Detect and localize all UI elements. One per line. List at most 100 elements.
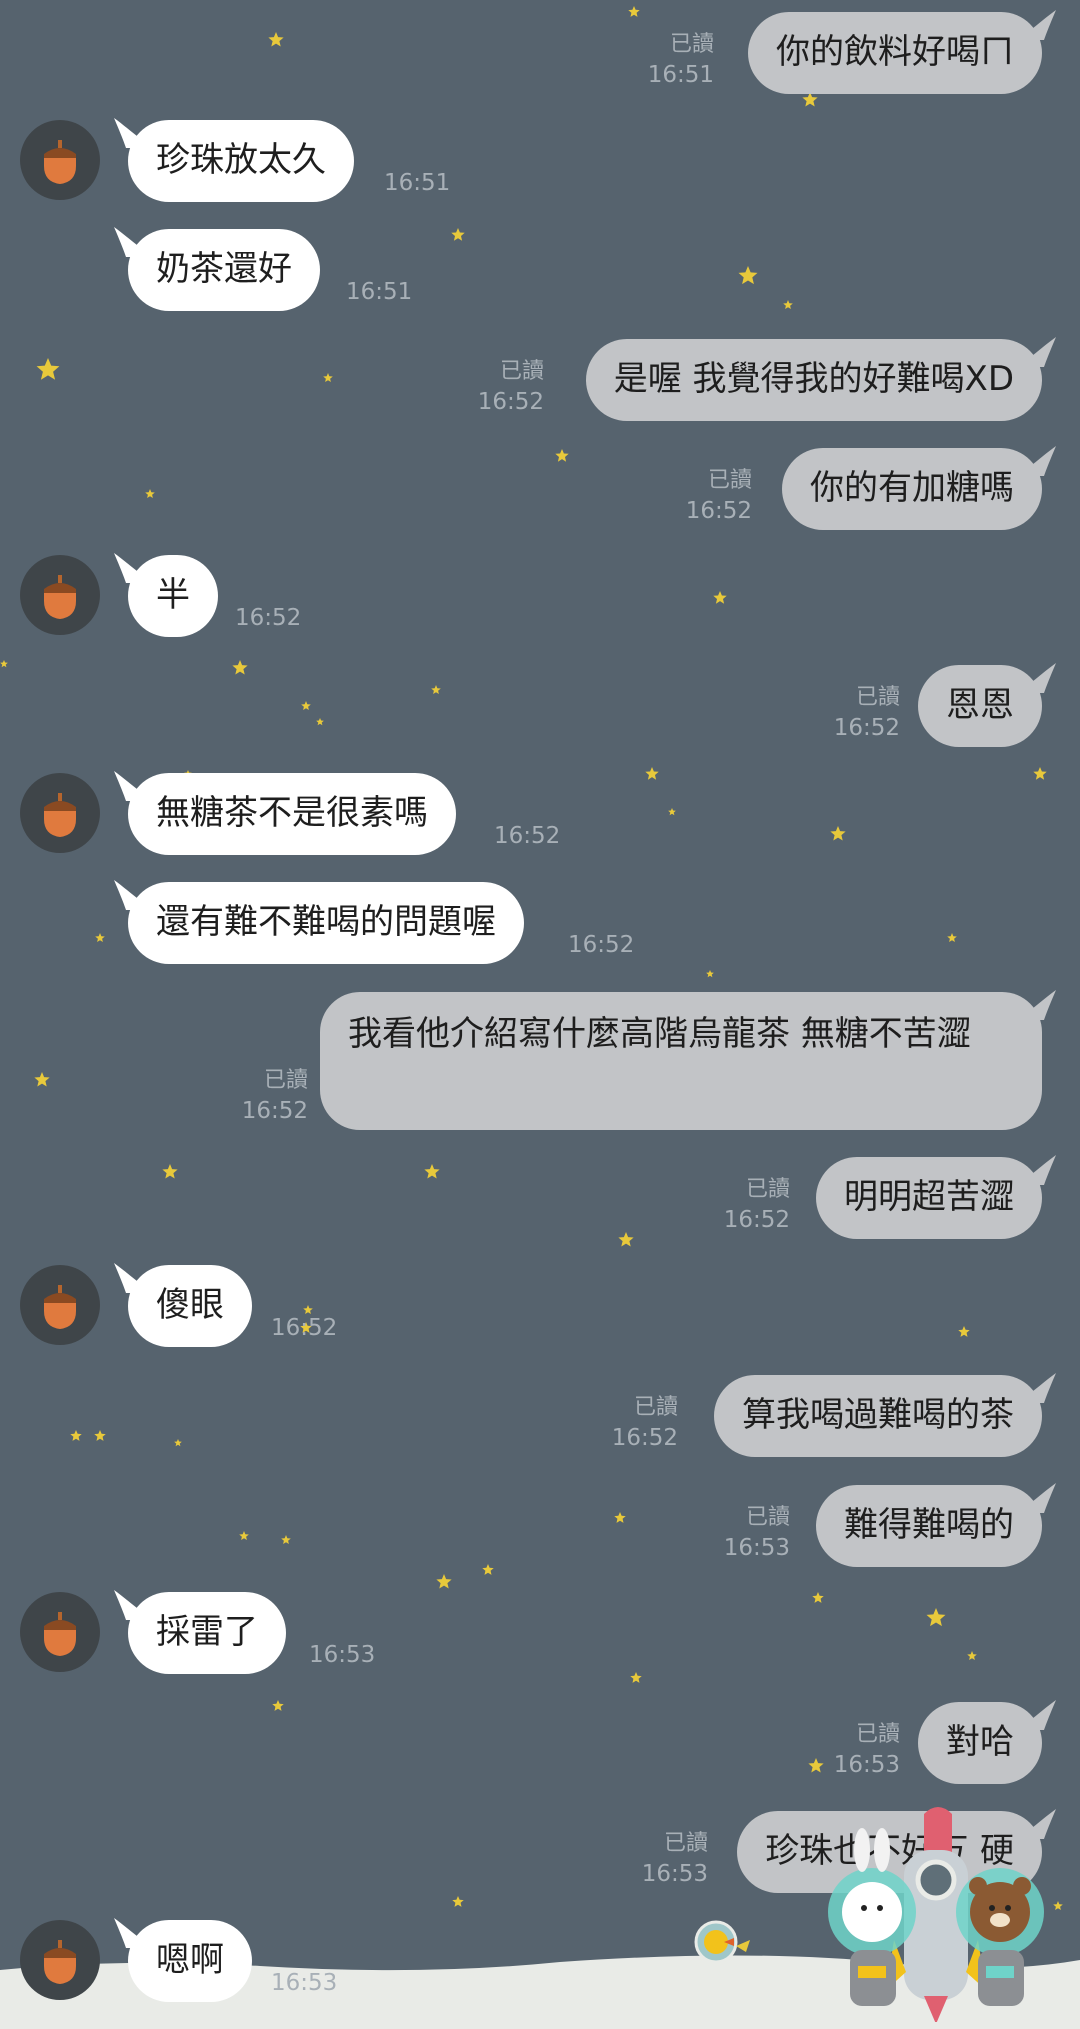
message-received[interactable]: 嗯啊 16:53 <box>114 1918 368 2002</box>
message-sent[interactable]: 我看他介紹寫什麼高階烏龍茶 無糖不苦澀 已讀 16:52 <box>162 990 1056 1130</box>
read-receipt: 已讀 <box>745 1177 790 1202</box>
star-icon <box>323 373 333 382</box>
read-receipt: 已讀 <box>669 32 714 57</box>
read-receipt: 已讀 <box>707 468 752 493</box>
star-icon <box>706 970 714 978</box>
message-time: 16:53 <box>309 1642 376 1668</box>
message-time: 16:52 <box>611 1425 678 1451</box>
star-icon <box>812 1592 824 1603</box>
message-time: 16:53 <box>723 1535 790 1561</box>
message-time: 16:53 <box>641 1861 708 1887</box>
star-icon <box>630 1672 642 1683</box>
message-bubble[interactable]: 珍珠放太久 <box>128 120 354 202</box>
message-text: 難得難喝的 <box>844 1505 1014 1545</box>
message-received[interactable]: 奶茶還好 16:51 <box>114 227 468 311</box>
message-bubble[interactable]: 奶茶還好 <box>128 229 320 311</box>
message-sent[interactable]: 對哈 已讀 16:53 <box>792 1700 1056 1784</box>
star-icon <box>174 1439 182 1447</box>
message-text: 半 <box>156 575 190 615</box>
message-bubble[interactable]: 還有難不難喝的問題喔 <box>128 882 524 964</box>
message-bubble[interactable]: 你的飲料好喝ㄇ <box>748 12 1042 94</box>
message-bubble[interactable]: 傻眼 <box>128 1265 252 1347</box>
message-sent[interactable]: 你的飲料好喝ㄇ 已讀 16:51 <box>382 10 1056 94</box>
message-sent[interactable]: 難得難喝的 已讀 16:53 <box>682 1483 1056 1567</box>
star-icon <box>0 660 8 668</box>
message-bubble[interactable]: 嗯啊 <box>128 1920 252 2002</box>
message-time: 16:53 <box>271 1970 338 1996</box>
message-meta: 已讀 16:53 <box>642 1829 708 1889</box>
message-sent[interactable]: 明明超苦澀 已讀 16:52 <box>682 1155 1056 1239</box>
message-bubble[interactable]: 無糖茶不是很素嗎 <box>128 773 456 855</box>
message-bubble[interactable]: 你的有加糖嗎 <box>782 448 1042 530</box>
message-meta: 16:53 <box>271 1968 337 1998</box>
message-received[interactable]: 傻眼 16:52 <box>114 1263 408 1347</box>
star-icon <box>452 1896 464 1907</box>
message-text: 你的飲料好喝ㄇ <box>776 32 1014 72</box>
message-meta: 已讀 16:52 <box>686 466 752 526</box>
contact-avatar[interactable] <box>20 555 100 635</box>
message-bubble[interactable]: 明明超苦澀 <box>816 1157 1042 1239</box>
message-meta: 16:52 <box>494 821 560 851</box>
contact-avatar[interactable] <box>20 1592 100 1672</box>
message-meta: 16:52 <box>568 930 634 960</box>
message-bubble[interactable]: 算我喝過難喝的茶 <box>714 1375 1042 1457</box>
star-icon <box>926 1608 946 1627</box>
message-text: 無糖茶不是很素嗎 <box>156 793 428 833</box>
message-received[interactable]: 還有難不難喝的問題喔 16:52 <box>114 880 648 964</box>
message-sent[interactable]: 恩恩 已讀 16:52 <box>792 663 1056 747</box>
message-received[interactable]: 採雷了 16:53 <box>114 1590 448 1674</box>
read-receipt: 已讀 <box>263 1068 308 1093</box>
star-icon <box>34 1072 50 1087</box>
acorn-icon <box>44 575 76 619</box>
message-bubble[interactable]: 採雷了 <box>128 1592 286 1674</box>
chat-area[interactable]: 你的飲料好喝ㄇ 已讀 16:51 珍珠放太久 16:51 奶茶還好 16:51 是… <box>0 0 1080 2029</box>
message-bubble[interactable]: 恩恩 <box>918 665 1042 747</box>
message-meta: 已讀 16:51 <box>648 30 714 90</box>
star-icon <box>738 266 758 285</box>
message-bubble[interactable]: 對哈 <box>918 1702 1042 1784</box>
acorn-icon <box>44 1940 76 1984</box>
contact-avatar[interactable] <box>20 120 100 200</box>
star-icon <box>94 1430 106 1441</box>
message-time: 16:52 <box>235 605 302 631</box>
star-icon <box>301 701 311 710</box>
star-icon <box>281 1535 291 1544</box>
acorn-icon <box>44 1285 76 1329</box>
message-time: 16:52 <box>568 932 635 958</box>
message-bubble[interactable]: 難得難喝的 <box>816 1485 1042 1567</box>
message-received[interactable]: 半 16:52 <box>114 553 368 637</box>
message-received[interactable]: 無糖茶不是很素嗎 16:52 <box>114 771 568 855</box>
star-icon <box>555 449 569 462</box>
read-receipt: 已讀 <box>499 359 544 384</box>
star-icon <box>967 1651 977 1660</box>
message-received[interactable]: 珍珠放太久 16:51 <box>114 118 498 202</box>
message-sent[interactable]: 算我喝過難喝的茶 已讀 16:52 <box>572 1373 1056 1457</box>
star-icon <box>431 685 441 694</box>
star-icon <box>645 767 659 780</box>
contact-avatar[interactable] <box>20 773 100 853</box>
message-bubble[interactable]: 半 <box>128 555 218 637</box>
star-icon <box>482 1564 494 1575</box>
message-meta: 已讀 16:52 <box>724 1175 790 1235</box>
message-text: 恩恩 <box>946 685 1014 725</box>
star-icon <box>272 1700 284 1711</box>
message-text: 嗯啊 <box>156 1940 224 1980</box>
star-icon <box>268 32 284 47</box>
message-time: 16:52 <box>723 1207 790 1233</box>
contact-avatar[interactable] <box>20 1920 100 2000</box>
message-sent[interactable]: 是喔 我覺得我的好難喝XD 已讀 16:52 <box>412 337 1056 421</box>
message-bubble[interactable]: 是喔 我覺得我的好難喝XD <box>585 339 1042 421</box>
message-time: 16:53 <box>833 1752 900 1778</box>
message-text: 採雷了 <box>156 1612 258 1652</box>
message-sent[interactable]: 你的有加糖嗎 已讀 16:52 <box>662 446 1056 530</box>
message-time: 16:52 <box>271 1315 338 1341</box>
star-icon <box>239 1531 249 1540</box>
star-icon <box>713 591 727 604</box>
message-bubble[interactable]: 我看他介紹寫什麼高階烏龍茶 無糖不苦澀 <box>320 992 1042 1130</box>
star-icon <box>830 826 846 841</box>
contact-avatar[interactable] <box>20 1265 100 1345</box>
star-icon <box>783 300 793 309</box>
read-receipt: 已讀 <box>855 685 900 710</box>
star-icon <box>614 1512 626 1523</box>
read-receipt: 已讀 <box>855 1722 900 1747</box>
